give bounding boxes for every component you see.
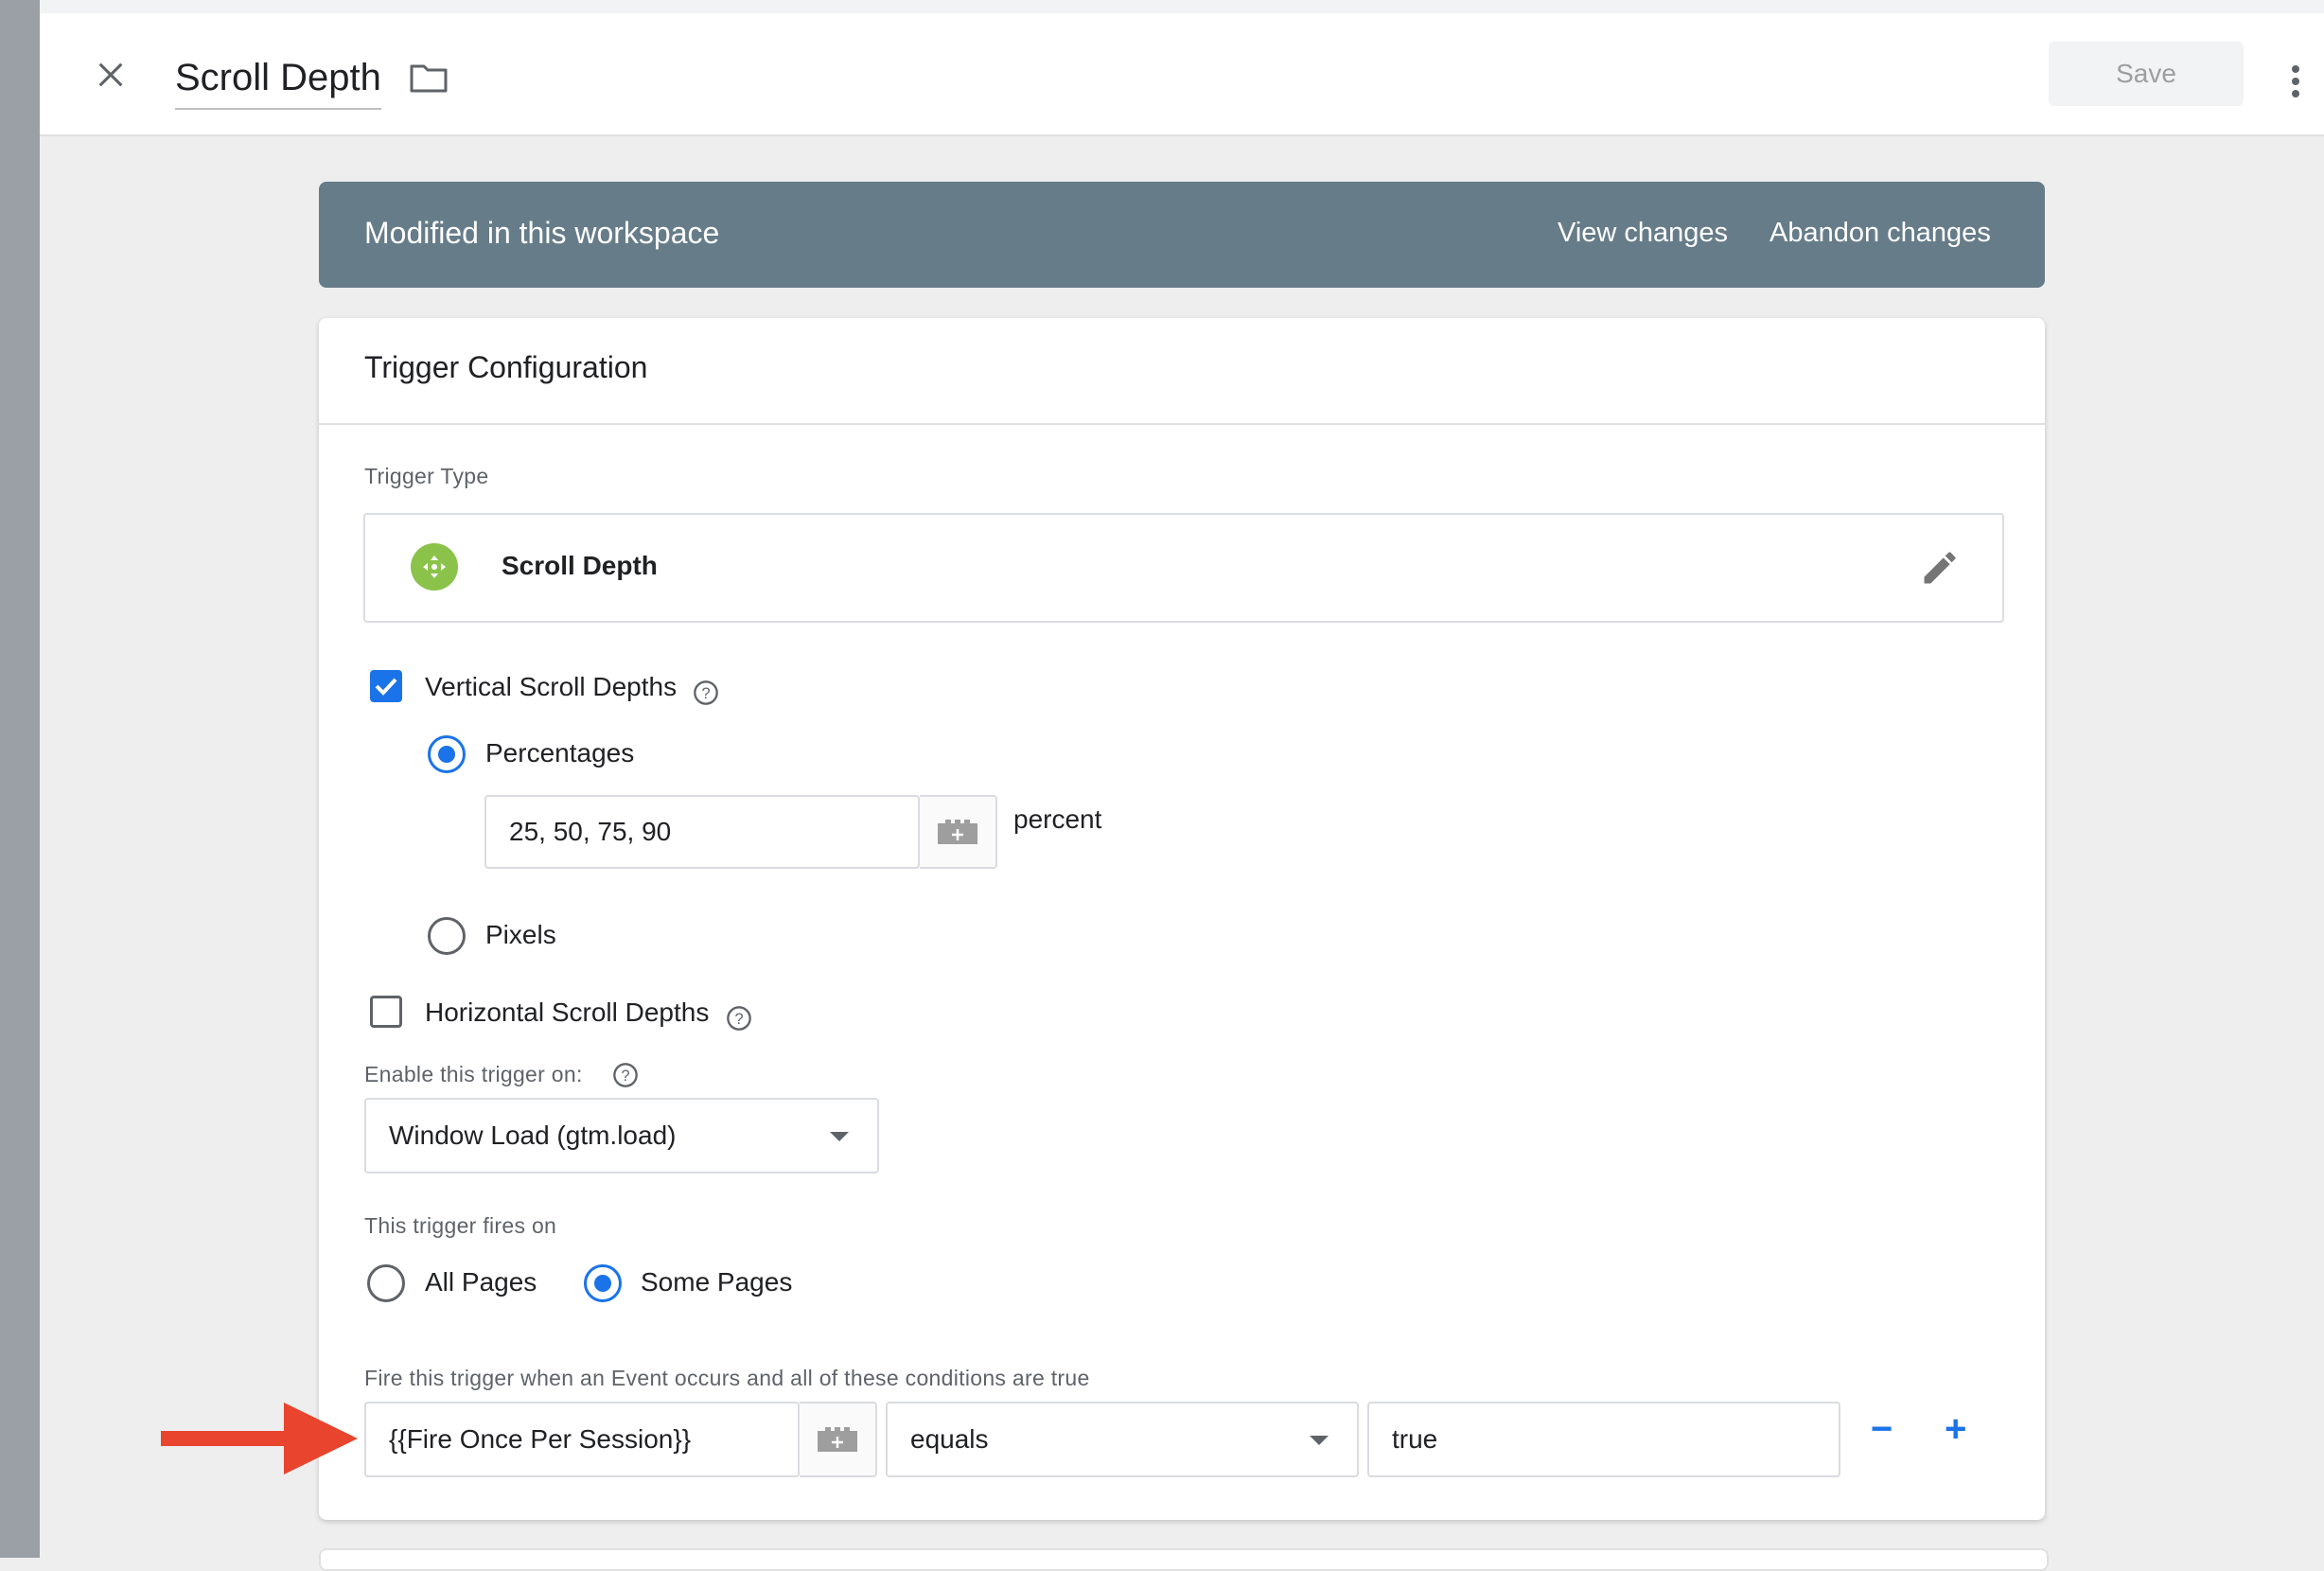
- percentages-radio[interactable]: [428, 735, 466, 773]
- condition-operator-select[interactable]: equals: [886, 1402, 1359, 1477]
- insert-variable-button[interactable]: [800, 1402, 877, 1477]
- svg-text:?: ?: [734, 1011, 743, 1028]
- enable-trigger-label: Enable this trigger on:: [364, 1062, 583, 1086]
- save-button[interactable]: Save: [2049, 42, 2244, 106]
- vertical-scroll-label: Vertical Scroll Depths: [425, 672, 678, 701]
- trigger-configuration-card: Trigger Configuration Trigger Type Scrol…: [319, 318, 2045, 1520]
- close-button[interactable]: [85, 49, 136, 100]
- pencil-icon[interactable]: [1919, 547, 1961, 589]
- page-title: Scroll Depth: [175, 56, 381, 98]
- horizontal-scroll-checkbox[interactable]: [370, 996, 402, 1028]
- folder-button[interactable]: [404, 57, 453, 98]
- help-icon[interactable]: ?: [693, 680, 719, 706]
- condition-variable-input[interactable]: [364, 1402, 800, 1477]
- top-tab-strip: [40, 0, 2324, 14]
- horizontal-scroll-label: Horizontal Scroll Depths: [425, 997, 710, 1027]
- vertical-scroll-checkbox[interactable]: [370, 670, 402, 702]
- condition-value-input[interactable]: [1367, 1402, 1840, 1477]
- some-pages-label: Some Pages: [641, 1267, 793, 1297]
- some-pages-radio[interactable]: [584, 1264, 622, 1302]
- dropdown-caret-icon: [830, 1132, 849, 1141]
- card-divider: [319, 423, 2045, 425]
- more-vert-icon: [2292, 65, 2299, 97]
- next-card-edge: [319, 1548, 2049, 1571]
- variable-icon: [938, 820, 977, 844]
- view-changes-link[interactable]: View changes: [1558, 218, 1728, 249]
- pixels-radio[interactable]: [428, 917, 466, 955]
- workspace-banner: Modified in this workspace View changes …: [319, 182, 2045, 288]
- condition-operator-value: equals: [910, 1424, 989, 1454]
- scroll-depth-icon: [411, 543, 458, 591]
- left-edge-panel: [0, 0, 40, 1558]
- card-title: Trigger Configuration: [364, 350, 648, 384]
- title-field[interactable]: Scroll Depth: [175, 47, 381, 110]
- all-pages-radio[interactable]: [367, 1264, 405, 1302]
- percentages-input[interactable]: [484, 795, 920, 869]
- abandon-changes-link[interactable]: Abandon changes: [1769, 218, 1991, 249]
- remove-condition-button[interactable]: −: [1871, 1408, 1893, 1451]
- help-icon[interactable]: ?: [726, 1005, 752, 1032]
- help-icon[interactable]: ?: [612, 1062, 639, 1088]
- banner-message: Modified in this workspace: [364, 216, 720, 250]
- close-icon: [98, 62, 123, 87]
- trigger-type-label: Trigger Type: [364, 464, 489, 488]
- trigger-type-name: Scroll Depth: [502, 551, 658, 580]
- insert-variable-button[interactable]: [920, 795, 997, 869]
- percentages-label: Percentages: [485, 738, 635, 768]
- add-condition-button[interactable]: +: [1945, 1408, 1966, 1451]
- dropdown-caret-icon: [1310, 1436, 1329, 1445]
- folder-icon: [410, 64, 448, 93]
- enable-trigger-value: Window Load (gtm.load): [389, 1121, 677, 1150]
- svg-text:?: ?: [621, 1068, 629, 1085]
- editor-header: Scroll Depth Save: [40, 13, 2324, 136]
- pixels-label: Pixels: [485, 920, 556, 949]
- annotation-arrow: [161, 1403, 358, 1474]
- more-options-button[interactable]: [2273, 51, 2318, 112]
- conditions-label: Fire this trigger when an Event occurs a…: [364, 1366, 1090, 1390]
- variable-icon: [818, 1427, 857, 1452]
- all-pages-label: All Pages: [425, 1267, 537, 1297]
- check-icon: [375, 678, 397, 696]
- enable-trigger-select[interactable]: Window Load (gtm.load): [364, 1098, 879, 1174]
- fires-on-label: This trigger fires on: [364, 1213, 557, 1238]
- percent-unit-label: percent: [1013, 804, 1102, 834]
- svg-text:?: ?: [701, 685, 710, 702]
- trigger-type-selector[interactable]: Scroll Depth: [363, 513, 2004, 623]
